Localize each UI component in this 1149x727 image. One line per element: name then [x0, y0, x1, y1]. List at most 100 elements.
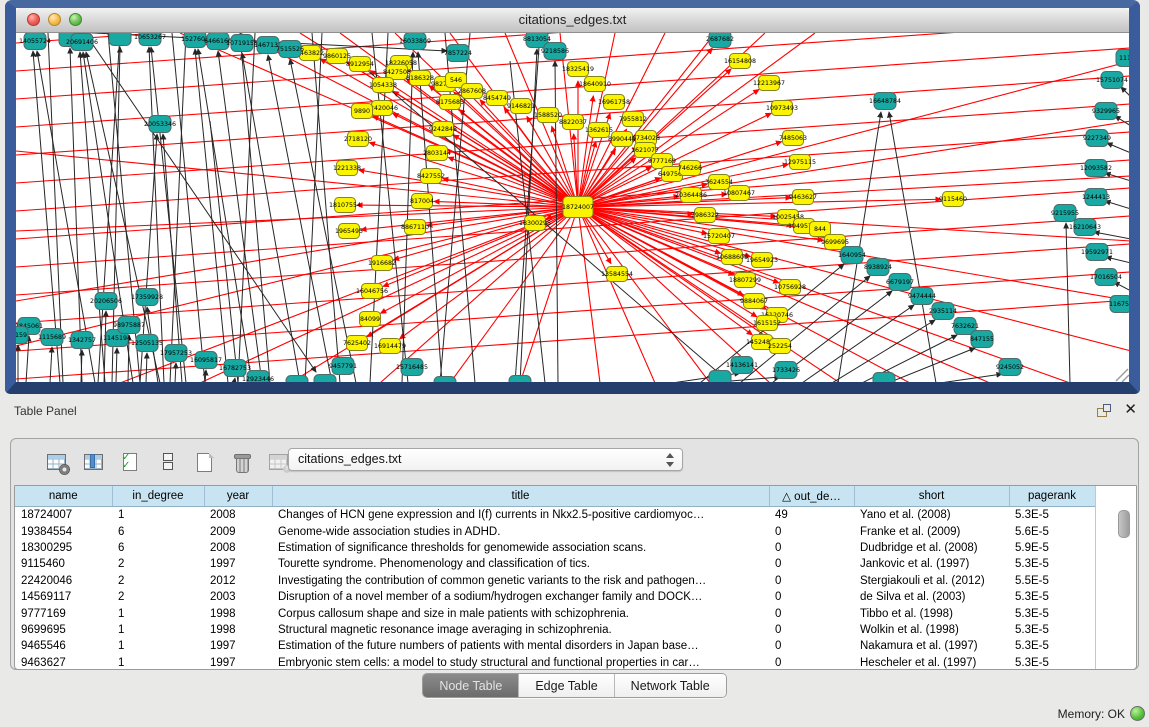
- table-cell[interactable]: 5.6E-5: [1009, 523, 1095, 539]
- table-settings-icon[interactable]: [45, 450, 69, 474]
- table-cell[interactable]: Tibbo et al. (1998): [854, 605, 1009, 621]
- table-cell[interactable]: 6: [112, 523, 204, 539]
- citation-network-graph[interactable]: 7463822986012589129541822605884275081054…: [16, 33, 1129, 382]
- table-row[interactable]: 946362711997Embryonic stem cells: a mode…: [15, 655, 1095, 670]
- table-cell[interactable]: Nakamura et al. (1997): [854, 638, 1009, 654]
- table-cell[interactable]: 5.3E-5: [1009, 589, 1095, 605]
- table-cell[interactable]: Disruption of a novel member of a sodium…: [272, 589, 769, 605]
- table-cell[interactable]: 0: [769, 540, 854, 556]
- table-cell[interactable]: 1997: [204, 638, 272, 654]
- table-cell[interactable]: 1: [112, 605, 204, 621]
- table-cell[interactable]: 5.5E-5: [1009, 573, 1095, 589]
- table-row[interactable]: 1830029562008Estimation of significance …: [15, 540, 1095, 556]
- column-header-in_degree[interactable]: in_degree: [112, 486, 204, 507]
- table-cell[interactable]: 2: [112, 589, 204, 605]
- vertical-scrollbar-thumb[interactable]: [1118, 510, 1130, 538]
- table-cell[interactable]: Jankovic et al. (1997): [854, 556, 1009, 572]
- new-table-icon[interactable]: [193, 450, 217, 474]
- table-cell[interactable]: 19384554: [15, 523, 112, 539]
- select-rows-icon[interactable]: ✓✓: [119, 450, 143, 474]
- table-cell[interactable]: 0: [769, 638, 854, 654]
- table-row[interactable]: 977716911998Corpus callosum shape and si…: [15, 605, 1095, 621]
- tab-node-table[interactable]: Node Table: [423, 674, 519, 697]
- table-cell[interactable]: 2: [112, 556, 204, 572]
- table-cell[interactable]: Estimation of significance thresholds fo…: [272, 540, 769, 556]
- table-cell[interactable]: 18300295: [15, 540, 112, 556]
- delete-rows-icon[interactable]: [230, 450, 254, 474]
- node-table[interactable]: namein_degreeyeartitle△ out_de…shortpage…: [14, 485, 1137, 670]
- column-header-out_de[interactable]: △ out_de…: [769, 486, 854, 507]
- table-cell[interactable]: 6: [112, 540, 204, 556]
- table-cell[interactable]: 1: [112, 507, 204, 524]
- table-cell[interactable]: Stergiakouli et al. (2012): [854, 573, 1009, 589]
- table-cell[interactable]: Wolkin et al. (1998): [854, 622, 1009, 638]
- table-cell[interactable]: Changes of HCN gene expression and I(f) …: [272, 507, 769, 524]
- table-cell[interactable]: 5.3E-5: [1009, 507, 1095, 524]
- column-header-name[interactable]: name: [15, 486, 112, 507]
- table-cell[interactable]: Tourette syndrome. Phenomenology and cla…: [272, 556, 769, 572]
- column-header-short[interactable]: short: [854, 486, 1009, 507]
- table-cell[interactable]: Hescheler et al. (1997): [854, 655, 1009, 670]
- table-cell[interactable]: 1: [112, 622, 204, 638]
- table-cell[interactable]: 1997: [204, 556, 272, 572]
- table-cell[interactable]: Yano et al. (2008): [854, 507, 1009, 524]
- table-cell[interactable]: 1998: [204, 622, 272, 638]
- close-panel-icon[interactable]: ✕: [1124, 401, 1137, 419]
- table-cell[interactable]: 1: [112, 638, 204, 654]
- tab-edge-table[interactable]: Edge Table: [519, 674, 614, 697]
- table-cell[interactable]: 1998: [204, 605, 272, 621]
- table-cell[interactable]: 2009: [204, 523, 272, 539]
- table-row[interactable]: 1872400712008Changes of HCN gene express…: [15, 507, 1095, 524]
- table-cell[interactable]: 0: [769, 622, 854, 638]
- column-header-year[interactable]: year: [204, 486, 272, 507]
- table-cell[interactable]: 5.3E-5: [1009, 655, 1095, 670]
- show-column-icon[interactable]: [82, 450, 106, 474]
- table-cell[interactable]: Embryonic stem cells: a model to study s…: [272, 655, 769, 670]
- table-cell[interactable]: 0: [769, 523, 854, 539]
- table-cell[interactable]: 9115460: [15, 556, 112, 572]
- table-cell[interactable]: 2003: [204, 589, 272, 605]
- network-canvas[interactable]: 7463822986012589129541822605884275081054…: [16, 33, 1129, 382]
- table-row[interactable]: 946554611997Estimation of the future num…: [15, 638, 1095, 654]
- table-cell[interactable]: 2012: [204, 573, 272, 589]
- merge-tables-icon[interactable]: [156, 450, 180, 474]
- table-selector-dropdown[interactable]: citations_edges.txt: [288, 448, 683, 471]
- window-titlebar[interactable]: citations_edges.txt: [16, 8, 1129, 33]
- table-cell[interactable]: 0: [769, 589, 854, 605]
- table-row[interactable]: 1456911722003Disruption of a novel membe…: [15, 589, 1095, 605]
- table-row[interactable]: 1938455462009Genome-wide association stu…: [15, 523, 1095, 539]
- column-header-pagerank[interactable]: pagerank: [1009, 486, 1095, 507]
- table-cell[interactable]: Franke et al. (2009): [854, 523, 1009, 539]
- table-cell[interactable]: 9777169: [15, 605, 112, 621]
- table-cell[interactable]: 2008: [204, 540, 272, 556]
- table-cell[interactable]: Corpus callosum shape and size in male p…: [272, 605, 769, 621]
- float-panel-icon[interactable]: [1097, 404, 1111, 417]
- tab-network-table[interactable]: Network Table: [615, 674, 726, 697]
- table-cell[interactable]: 5.3E-5: [1009, 622, 1095, 638]
- table-cell[interactable]: 5.3E-5: [1009, 638, 1095, 654]
- table-cell[interactable]: 0: [769, 605, 854, 621]
- table-cell[interactable]: 0: [769, 556, 854, 572]
- table-cell[interactable]: 5.3E-5: [1009, 605, 1095, 621]
- table-cell[interactable]: Dudbridge et al. (2008): [854, 540, 1009, 556]
- table-cell[interactable]: de Silva et al. (2003): [854, 589, 1009, 605]
- table-cell[interactable]: 2: [112, 573, 204, 589]
- table-cell[interactable]: 9463627: [15, 655, 112, 670]
- table-row[interactable]: 911546021997Tourette syndrome. Phenomeno…: [15, 556, 1095, 572]
- table-cell[interactable]: 22420046: [15, 573, 112, 589]
- network-view-window[interactable]: citations_edges.txt 74638229860125891295…: [5, 0, 1140, 394]
- table-cell[interactable]: 0: [769, 573, 854, 589]
- table-cell[interactable]: Genome-wide association studies in ADHD.: [272, 523, 769, 539]
- table-cell[interactable]: 1: [112, 655, 204, 670]
- table-cell[interactable]: 9699695: [15, 622, 112, 638]
- table-cell[interactable]: 49: [769, 507, 854, 524]
- table-cell[interactable]: 9465546: [15, 638, 112, 654]
- memory-ok-icon[interactable]: [1130, 706, 1145, 721]
- table-row[interactable]: 2242004622012Investigating the contribut…: [15, 573, 1095, 589]
- column-header-title[interactable]: title: [272, 486, 769, 507]
- table-cell[interactable]: 1997: [204, 655, 272, 670]
- table-cell[interactable]: 14569117: [15, 589, 112, 605]
- table-row[interactable]: 969969511998Structural magnetic resonanc…: [15, 622, 1095, 638]
- table-cell[interactable]: Structural magnetic resonance image aver…: [272, 622, 769, 638]
- table-cell[interactable]: 18724007: [15, 507, 112, 524]
